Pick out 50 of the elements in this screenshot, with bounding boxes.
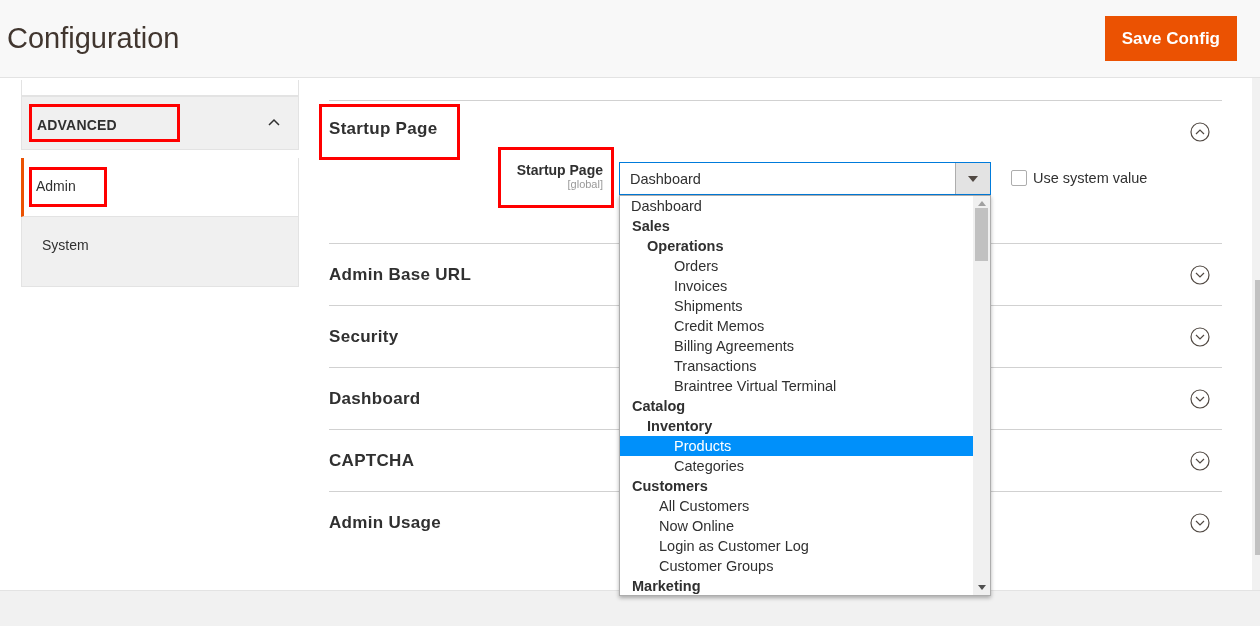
collapse-icon[interactable] (1190, 121, 1210, 142)
scrollbar-thumb[interactable] (1255, 280, 1260, 555)
expand-icon[interactable] (1190, 326, 1210, 347)
dropdown-option[interactable]: Customer Groups (620, 556, 973, 576)
scrollbar-thumb[interactable] (975, 208, 988, 261)
expand-icon[interactable] (1190, 512, 1210, 533)
page-title: Configuration (7, 22, 180, 55)
option-group-label[interactable]: Inventory (620, 416, 973, 436)
dropdown-option[interactable]: Invoices (620, 276, 973, 296)
section-title: Admin Base URL (329, 264, 472, 285)
option-group-label[interactable]: Customers (620, 476, 973, 496)
dropdown-option[interactable]: All Customers (620, 496, 973, 516)
dropdown-option[interactable]: Shipments (620, 296, 973, 316)
field-label: Startup Page (516, 162, 603, 178)
expand-icon[interactable] (1190, 450, 1210, 471)
use-system-value-checkbox[interactable]: Use system value (1011, 170, 1148, 186)
dropdown-option[interactable]: Orders (620, 256, 973, 276)
dropdown-option[interactable]: Transactions (620, 356, 973, 376)
section-title: Admin Usage (329, 512, 441, 533)
save-config-button[interactable]: Save Config (1104, 16, 1237, 61)
option-group-label[interactable]: Catalog (620, 396, 973, 416)
page-scrollbar[interactable] (1252, 78, 1260, 590)
sidebar-section-title: ADVANCED (32, 107, 177, 139)
scope-label: [global] (567, 178, 603, 190)
option-group-label[interactable]: Sales (620, 216, 973, 236)
expand-icon[interactable] (1190, 388, 1210, 409)
dropdown-option[interactable]: Login as Customer Log (620, 536, 973, 556)
expand-icon[interactable] (1190, 264, 1210, 285)
dropdown-option[interactable]: Now Online (620, 516, 973, 536)
dropdown-option[interactable]: Dashboard (620, 196, 973, 216)
section-title: Security (329, 326, 399, 347)
dropdown-option[interactable]: Billing Agreements (620, 336, 973, 356)
dropdown-arrow-icon (968, 175, 978, 182)
option-group-label[interactable]: Operations (620, 236, 973, 256)
section-title: Startup Page (322, 106, 458, 157)
option-group-label[interactable]: Marketing (620, 576, 973, 596)
sidebar-item-label: System (42, 237, 89, 253)
section-title: Dashboard (329, 388, 421, 409)
sidebar-section-header[interactable]: ADVANCED (21, 96, 299, 150)
select-field[interactable]: Dashboard (619, 162, 991, 195)
sidebar-item[interactable]: Admin (21, 158, 299, 217)
sidebar-item[interactable]: System (21, 217, 299, 287)
section-title: CAPTCHA (329, 450, 415, 471)
list-scrollbar[interactable] (973, 196, 990, 595)
caret-icon[interactable] (268, 118, 280, 126)
dropdown-option[interactable]: Braintree Virtual Terminal (620, 376, 973, 396)
sidebar-item-label: Admin (32, 170, 104, 204)
dropdown-option[interactable]: Categories (620, 456, 973, 476)
dropdown-option[interactable]: Credit Memos (620, 316, 973, 336)
scroll-down-arrow-icon[interactable] (977, 585, 986, 590)
